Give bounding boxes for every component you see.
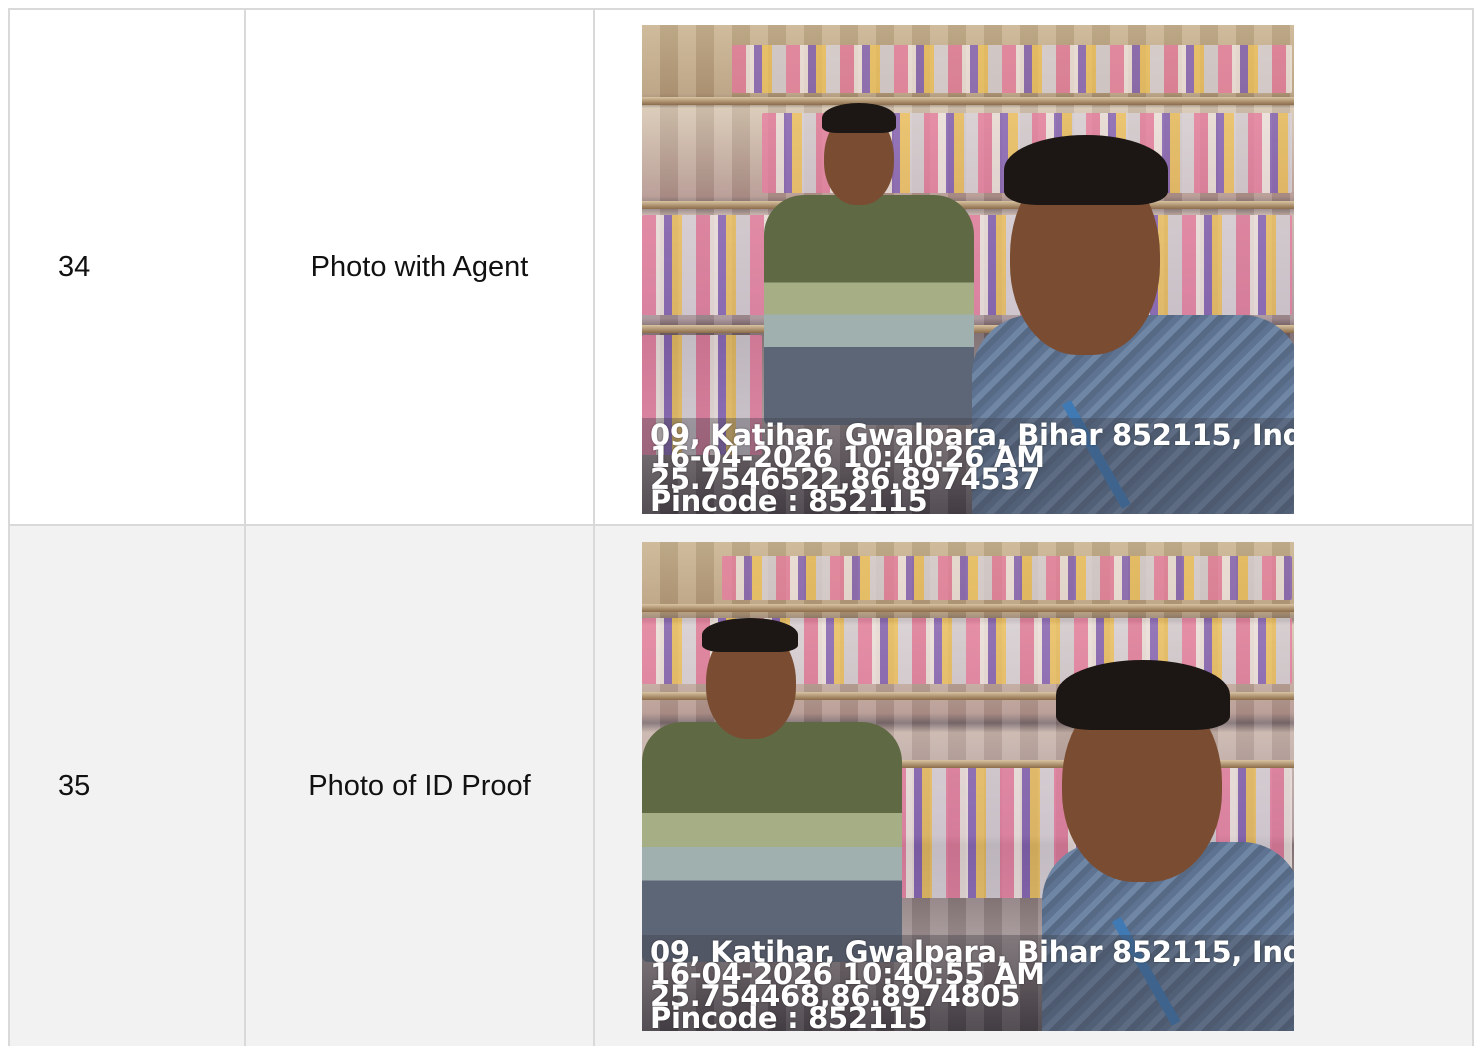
table-row: 34 Photo with Agent 09, Katihar, Gwalpar…	[8, 8, 1474, 526]
row-label: Photo with Agent	[244, 10, 593, 524]
verification-table: 34 Photo with Agent 09, Katihar, Gwalpar…	[8, 8, 1474, 1046]
shelf	[642, 201, 1294, 209]
geotag-overlay: 09, Katihar, Gwalpara, Bihar 852115, Ind…	[642, 418, 1294, 514]
row-label: Photo of ID Proof	[244, 526, 593, 1046]
shop-photo[interactable]: 09, Katihar, Gwalpara, Bihar 852115, Ind…	[642, 542, 1294, 1031]
shelf	[642, 97, 1294, 105]
shelf	[642, 604, 1294, 612]
row-number: 34	[8, 10, 244, 524]
shelf-goods	[722, 556, 1292, 600]
photo-cell: 09, Katihar, Gwalpara, Bihar 852115, Ind…	[593, 526, 1474, 1046]
table-row: 35 Photo of ID Proof 09, Katihar, Gwalpa…	[8, 526, 1474, 1046]
row-number: 35	[8, 526, 244, 1046]
photo-cell: 09, Katihar, Gwalpara, Bihar 852115, Ind…	[593, 10, 1474, 524]
geotag-overlay: 09, Katihar, Gwalpara, Bihar 852115, Ind…	[642, 935, 1294, 1031]
shelf-goods	[732, 45, 1292, 93]
shop-photo[interactable]: 09, Katihar, Gwalpara, Bihar 852115, Ind…	[642, 25, 1294, 514]
